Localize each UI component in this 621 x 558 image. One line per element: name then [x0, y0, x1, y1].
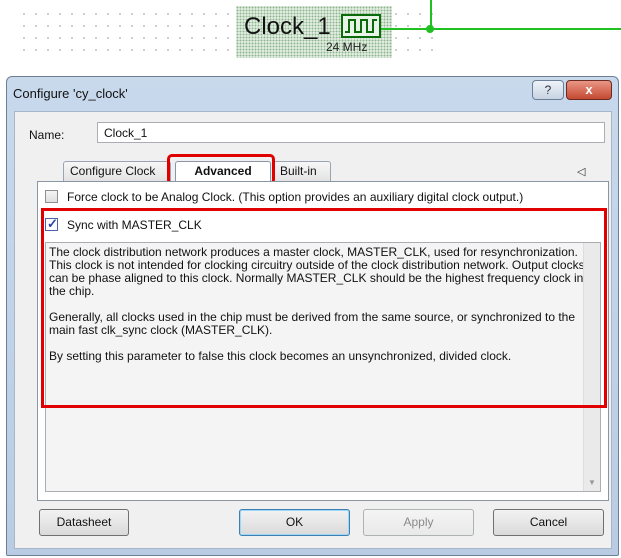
schematic-canvas: Clock_1 24 MHz: [0, 0, 621, 76]
dialog-titlebar[interactable]: Configure 'cy_clock' ? x: [7, 77, 618, 103]
help-button[interactable]: ?: [532, 80, 564, 100]
close-button[interactable]: x: [566, 80, 612, 100]
datasheet-button[interactable]: Datasheet: [39, 509, 129, 536]
tab-configure-clock[interactable]: Configure Clock: [63, 161, 171, 181]
square-wave-icon: [341, 14, 381, 38]
force-analog-checkbox[interactable]: [45, 190, 58, 203]
tab-built-in[interactable]: Built-in: [273, 161, 331, 181]
scroll-down-icon[interactable]: ▼: [588, 478, 596, 487]
clock-frequency-label: 24 MHz: [326, 40, 368, 54]
force-analog-label: Force clock to be Analog Clock. (This op…: [67, 190, 524, 204]
dialog-content: Name: Clock_1 Configure Clock Advanced B…: [14, 111, 612, 549]
wire-junction: [426, 25, 434, 33]
wire-vertical: [430, 0, 432, 28]
cancel-button[interactable]: Cancel: [493, 509, 604, 536]
content-highlight-box: [41, 208, 607, 408]
apply-button[interactable]: Apply: [363, 509, 474, 536]
name-input[interactable]: Clock_1: [97, 122, 605, 143]
dialog-title: Configure 'cy_clock': [13, 86, 128, 101]
clock-component-name: Clock_1: [244, 13, 331, 40]
name-label: Name:: [29, 128, 65, 142]
configure-dialog: Configure 'cy_clock' ? x Name: Clock_1 C…: [6, 76, 619, 556]
ok-button[interactable]: OK: [239, 509, 350, 536]
wire-horizontal: [381, 28, 621, 30]
